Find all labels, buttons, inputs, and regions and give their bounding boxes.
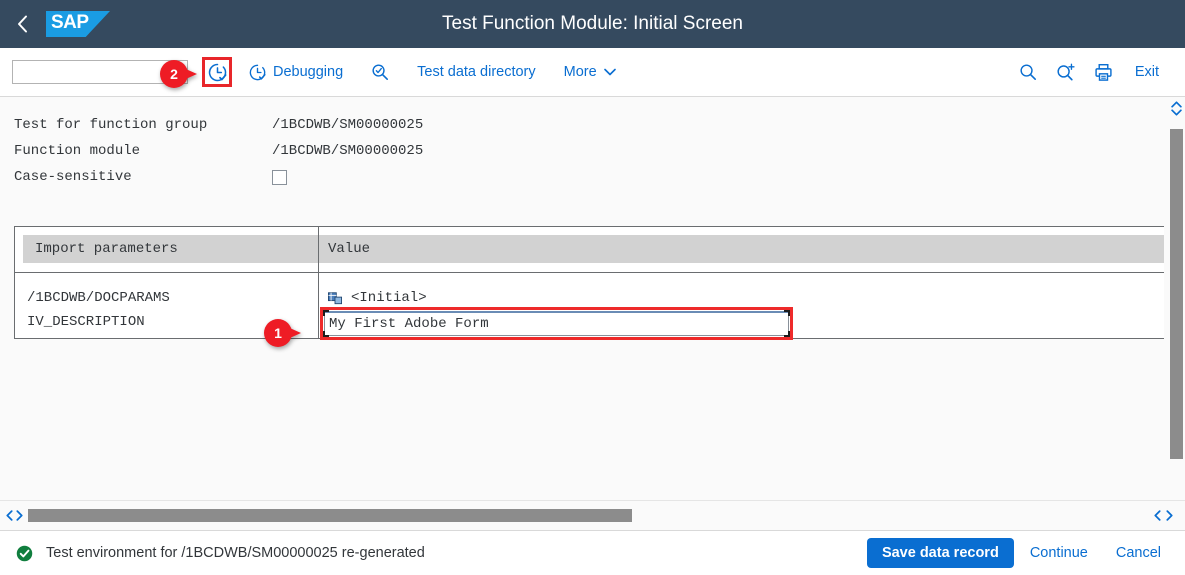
table-row-docparams-value[interactable]: <Initial> xyxy=(328,286,1164,310)
chevron-right-icon xyxy=(15,510,23,521)
status-message-text: Test environment for /1BCDWB/SM00000025 … xyxy=(46,545,425,561)
table-header-cell-parameters: Import parameters xyxy=(15,227,318,272)
table-body: /1BCDWB/DOCPARAMS IV_DESCRIPTION <Initia… xyxy=(15,273,1164,340)
toolbar-item-more-label: More xyxy=(563,64,597,80)
focus-corner-bottom-left xyxy=(323,331,329,337)
annotation-pin-2: 2 xyxy=(160,60,200,88)
sap-logo[interactable]: SAP xyxy=(46,11,110,37)
search-button[interactable] xyxy=(1009,55,1047,89)
magnifier-execute-icon xyxy=(372,64,389,81)
search-plus-button[interactable] xyxy=(1047,55,1085,89)
toolbar-item-debugging[interactable]: Debugging xyxy=(238,55,354,89)
annotation-pin-1-number: 1 xyxy=(274,325,282,341)
structure-icon xyxy=(328,292,342,305)
table-body-values-column: <Initial> xyxy=(318,273,1164,340)
horizontal-scrollbar[interactable] xyxy=(0,500,1185,530)
toolbar-item-single-test[interactable] xyxy=(360,55,400,89)
form-label-function-group: Test for function group xyxy=(14,117,208,133)
exit-button[interactable]: Exit xyxy=(1123,55,1171,89)
focus-corner-top-left xyxy=(323,310,329,316)
horizontal-scroll-track[interactable] xyxy=(28,509,1137,522)
status-message-group: Test environment for /1BCDWB/SM00000025 … xyxy=(16,545,425,562)
table-header-label-parameters: Import parameters xyxy=(23,235,318,263)
back-button[interactable] xyxy=(0,0,44,48)
clock-check-execute-icon xyxy=(208,63,227,81)
table-row-docparams-name: /1BCDWB/DOCPARAMS xyxy=(27,290,170,306)
print-icon xyxy=(1095,63,1112,81)
table-row-docparams-value-text: <Initial> xyxy=(351,290,427,306)
form-row-function-module: Function module /1BCDWB/SM00000025 xyxy=(14,138,1185,164)
chevron-left-icon xyxy=(1153,510,1161,521)
form-label-case-sensitive: Case-sensitive xyxy=(14,169,132,185)
annotation-pin-2-number: 2 xyxy=(170,66,178,82)
toolbar-item-debugging-label: Debugging xyxy=(273,64,344,80)
import-parameters-table: Import parameters Value /1BCDWB/DOCPARAM… xyxy=(14,226,1164,340)
clock-check-icon xyxy=(249,64,266,80)
page-title: Test Function Module: Initial Screen xyxy=(442,13,743,34)
chevron-down-icon xyxy=(1171,108,1182,116)
horizontal-scroll-arrows-right[interactable] xyxy=(1141,510,1185,521)
execute-button[interactable] xyxy=(202,57,232,87)
form-row-case-sensitive: Case-sensitive xyxy=(14,164,1185,190)
vertical-scroll-thumb[interactable] xyxy=(1170,129,1183,459)
form-value-function-module: /1BCDWB/SM00000025 xyxy=(272,143,424,159)
toolbar-item-more[interactable]: More xyxy=(553,55,627,89)
vertical-scroll-arrows[interactable] xyxy=(1168,97,1185,119)
footer-bar: Test environment for /1BCDWB/SM00000025 … xyxy=(0,530,1185,575)
form-value-function-group: /1BCDWB/SM00000025 xyxy=(272,117,424,133)
focus-corner-top-right xyxy=(784,310,790,316)
form-section: Test for function group /1BCDWB/SM000000… xyxy=(0,97,1185,190)
sap-logo-text: SAP xyxy=(51,12,89,33)
sap-gui-window: SAP Test Function Module: Initial Screen… xyxy=(0,0,1185,575)
success-check-icon xyxy=(16,545,33,561)
horizontal-scroll-arrows-left[interactable] xyxy=(0,510,28,521)
shell-header: SAP Test Function Module: Initial Screen xyxy=(0,0,1185,48)
search-icon xyxy=(1020,64,1036,81)
chevron-right-icon xyxy=(1165,510,1173,521)
chevron-up-icon xyxy=(1171,100,1182,108)
table-header-row: Import parameters Value xyxy=(15,227,1164,272)
horizontal-scroll-thumb[interactable] xyxy=(28,509,632,522)
cancel-button[interactable]: Cancel xyxy=(1104,538,1173,568)
vertical-scroll-track[interactable] xyxy=(1170,121,1183,480)
print-button[interactable] xyxy=(1085,55,1123,89)
chevron-down-icon xyxy=(603,68,616,76)
back-chevron-icon xyxy=(17,15,27,33)
case-sensitive-checkbox[interactable] xyxy=(272,169,287,185)
content-area: Test for function group /1BCDWB/SM000000… xyxy=(0,97,1185,500)
value-input-iv-description[interactable] xyxy=(324,311,789,336)
form-row-function-group: Test for function group /1BCDWB/SM000000… xyxy=(14,112,1185,138)
toolbar-item-test-data-directory-label: Test data directory xyxy=(417,64,536,80)
table-header-label-value: Value xyxy=(319,235,1164,263)
focus-corner-bottom-right xyxy=(784,331,790,337)
continue-button[interactable]: Continue xyxy=(1018,538,1100,568)
table-header-cell-value: Value xyxy=(318,227,1164,272)
save-data-record-button[interactable]: Save data record xyxy=(866,538,1014,568)
search-plus-icon xyxy=(1057,63,1075,81)
form-label-function-module: Function module xyxy=(14,143,141,159)
footer-actions: Save data record Continue Cancel xyxy=(866,538,1185,568)
toolbar-right-group: Exit xyxy=(1009,55,1185,89)
value-input-iv-description-wrap xyxy=(320,307,793,340)
annotation-pin-1: 1 xyxy=(264,319,304,347)
toolbar-item-test-data-directory[interactable]: Test data directory xyxy=(406,55,546,89)
vertical-scrollbar[interactable] xyxy=(1168,97,1185,480)
chevron-left-icon xyxy=(5,510,13,521)
